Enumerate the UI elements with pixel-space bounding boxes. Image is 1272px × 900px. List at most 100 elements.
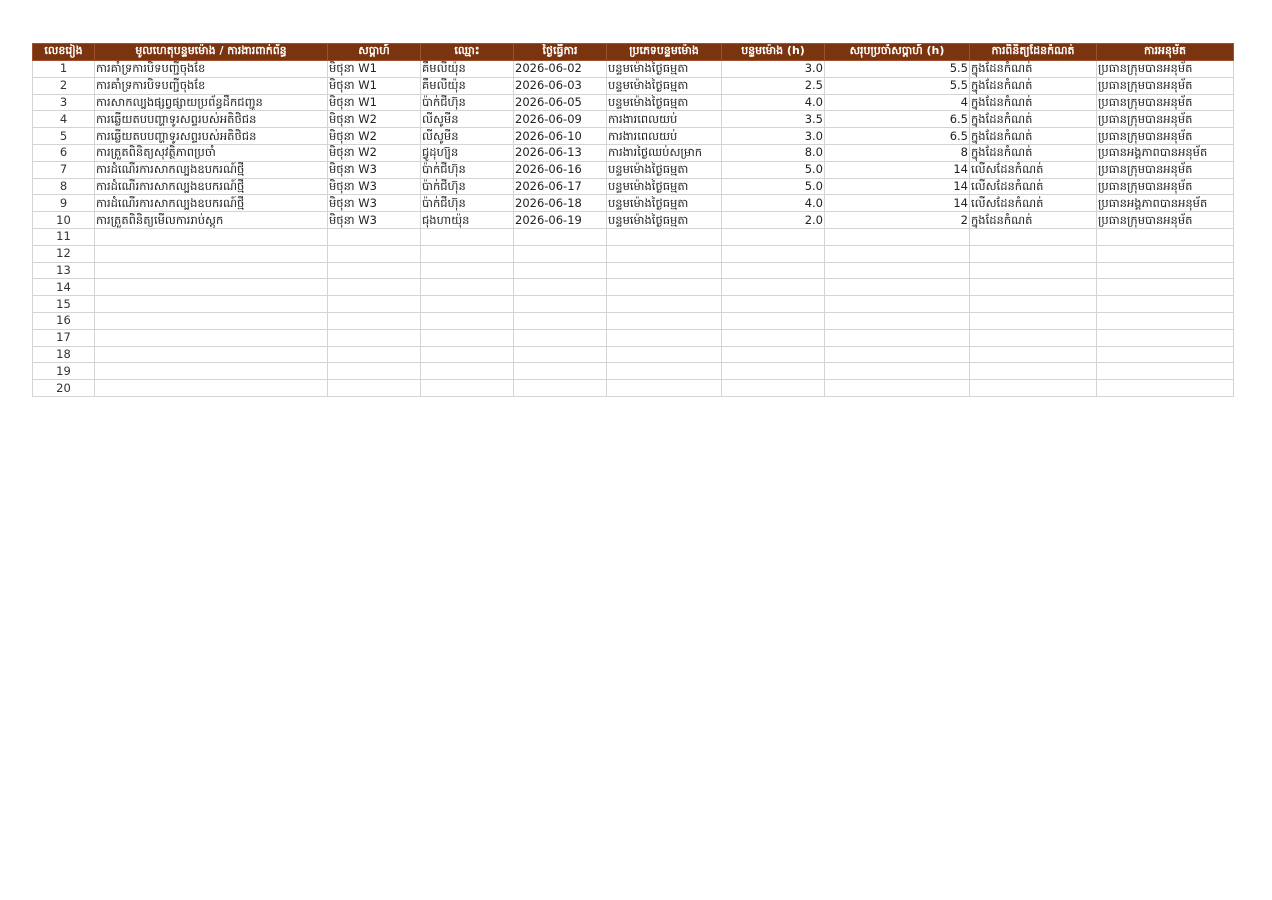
approval-cell[interactable]: ប្រធានក្រុមបានអនុម័ត: [1096, 211, 1234, 229]
row-number-cell[interactable]: 14: [32, 278, 95, 297]
row-number-cell[interactable]: 2: [32, 76, 95, 95]
limit-check-cell[interactable]: ក្នុងដែនកំណត់: [969, 60, 1097, 78]
limit-check-cell[interactable]: ក្នុងដែនកំណត់: [969, 76, 1097, 95]
limit-check-cell[interactable]: [969, 278, 1097, 297]
date-cell[interactable]: 2026-06-02: [513, 60, 607, 78]
reason-cell[interactable]: ការត្រួតពិនិត្យមើលការរាប់ស្តុក: [94, 211, 328, 229]
weekly-total-cell[interactable]: 2: [824, 211, 970, 229]
date-cell[interactable]: 2026-06-09: [513, 110, 607, 129]
limit-check-cell[interactable]: ក្នុងដែនកំណត់: [969, 93, 1097, 112]
header-cell-limit-check[interactable]: ការពិនិត្យដែនកំណត់: [969, 43, 1097, 61]
name-cell[interactable]: [420, 328, 514, 347]
week-cell[interactable]: [327, 362, 421, 381]
type-cell[interactable]: ការងារថ្ងៃឈប់សម្រាក: [606, 143, 722, 162]
type-cell[interactable]: បន្ទមម៉ោងថ្ងៃធម្មតា: [606, 93, 722, 112]
name-cell[interactable]: [420, 345, 514, 364]
name-cell[interactable]: [420, 227, 514, 246]
weekly-total-cell[interactable]: 14: [824, 160, 970, 179]
reason-cell[interactable]: [94, 244, 328, 263]
reason-cell[interactable]: ការគាំទ្រការបិទបញ្ជីចុងខែ: [94, 60, 328, 78]
limit-check-cell[interactable]: លើសដែនកំណត់: [969, 194, 1097, 213]
date-cell[interactable]: [513, 311, 607, 330]
approval-cell[interactable]: [1096, 345, 1234, 364]
date-cell[interactable]: [513, 295, 607, 313]
limit-check-cell[interactable]: ក្នុងដែនកំណត់: [969, 143, 1097, 162]
name-cell[interactable]: គឹមលីយ៉ុន: [420, 60, 514, 78]
name-cell[interactable]: [420, 278, 514, 297]
type-cell[interactable]: [606, 379, 722, 397]
name-cell[interactable]: ជុងហាយ៉ុន: [420, 211, 514, 229]
type-cell[interactable]: បន្ទមម៉ោងថ្ងៃធម្មតា: [606, 160, 722, 179]
row-number-cell[interactable]: 1: [32, 60, 95, 78]
type-cell[interactable]: បន្ទមម៉ោងថ្ងៃធម្មតា: [606, 177, 722, 196]
row-number-cell[interactable]: 17: [32, 328, 95, 347]
approval-cell[interactable]: ប្រធានក្រុមបានអនុម័ត: [1096, 60, 1234, 78]
name-cell[interactable]: លីសូមីន: [420, 127, 514, 145]
limit-check-cell[interactable]: ក្នុងដែនកំណត់: [969, 110, 1097, 129]
row-number-cell[interactable]: 7: [32, 160, 95, 179]
name-cell[interactable]: គឹមលីយ៉ុន: [420, 76, 514, 95]
approval-cell[interactable]: [1096, 311, 1234, 330]
type-cell[interactable]: ការងារពេលយប់: [606, 110, 722, 129]
week-cell[interactable]: មិថុនា W2: [327, 143, 421, 162]
type-cell[interactable]: [606, 311, 722, 330]
reason-cell[interactable]: [94, 379, 328, 397]
date-cell[interactable]: 2026-06-05: [513, 93, 607, 112]
reason-cell[interactable]: ការដំណើរការសាកល្បងឧបករណ៍ថ្មី: [94, 194, 328, 213]
weekly-total-cell[interactable]: 6.5: [824, 127, 970, 145]
name-cell[interactable]: [420, 362, 514, 381]
type-cell[interactable]: បន្ទមម៉ោងថ្ងៃធម្មតា: [606, 211, 722, 229]
header-cell-no[interactable]: លេខរៀង: [32, 43, 95, 61]
date-cell[interactable]: [513, 244, 607, 263]
week-cell[interactable]: [327, 227, 421, 246]
hours-cell[interactable]: 3.5: [721, 110, 825, 129]
week-cell[interactable]: មិថុនា W1: [327, 93, 421, 112]
hours-cell[interactable]: [721, 261, 825, 280]
row-number-cell[interactable]: 18: [32, 345, 95, 364]
hours-cell[interactable]: [721, 379, 825, 397]
reason-cell[interactable]: ការឆ្លើយតបបញ្ហាទូរសព្ទរបស់អតិថិជន: [94, 127, 328, 145]
weekly-total-cell[interactable]: [824, 227, 970, 246]
name-cell[interactable]: [420, 261, 514, 280]
hours-cell[interactable]: 2.5: [721, 76, 825, 95]
limit-check-cell[interactable]: [969, 295, 1097, 313]
header-cell-overtime-hours[interactable]: បន្ទមម៉ោង (h): [721, 43, 825, 61]
approval-cell[interactable]: [1096, 227, 1234, 246]
reason-cell[interactable]: [94, 295, 328, 313]
hours-cell[interactable]: [721, 227, 825, 246]
row-number-cell[interactable]: 9: [32, 194, 95, 213]
limit-check-cell[interactable]: ក្នុងដែនកំណត់: [969, 127, 1097, 145]
type-cell[interactable]: [606, 345, 722, 364]
reason-cell[interactable]: [94, 311, 328, 330]
weekly-total-cell[interactable]: [824, 295, 970, 313]
week-cell[interactable]: មិថុនា W3: [327, 177, 421, 196]
approval-cell[interactable]: ប្រធានក្រុមបានអនុម័ត: [1096, 177, 1234, 196]
date-cell[interactable]: [513, 362, 607, 381]
week-cell[interactable]: [327, 261, 421, 280]
limit-check-cell[interactable]: លើសដែនកំណត់: [969, 160, 1097, 179]
hours-cell[interactable]: [721, 278, 825, 297]
week-cell[interactable]: [327, 328, 421, 347]
approval-cell[interactable]: [1096, 261, 1234, 280]
hours-cell[interactable]: [721, 328, 825, 347]
weekly-total-cell[interactable]: [824, 379, 970, 397]
reason-cell[interactable]: ការដំណើរការសាកល្បងឧបករណ៍ថ្មី: [94, 160, 328, 179]
name-cell[interactable]: ប៉ាក់ជីហ៊ុន: [420, 160, 514, 179]
row-number-cell[interactable]: 11: [32, 227, 95, 246]
hours-cell[interactable]: 5.0: [721, 160, 825, 179]
header-cell-week[interactable]: សប្ដាហ៍: [327, 43, 421, 61]
type-cell[interactable]: [606, 261, 722, 280]
weekly-total-cell[interactable]: 6.5: [824, 110, 970, 129]
approval-cell[interactable]: ប្រធានក្រុមបានអនុម័ត: [1096, 127, 1234, 145]
row-number-cell[interactable]: 16: [32, 311, 95, 330]
name-cell[interactable]: ប៉ាក់ជីហ៊ុន: [420, 177, 514, 196]
limit-check-cell[interactable]: [969, 379, 1097, 397]
row-number-cell[interactable]: 10: [32, 211, 95, 229]
row-number-cell[interactable]: 15: [32, 295, 95, 313]
week-cell[interactable]: [327, 278, 421, 297]
reason-cell[interactable]: [94, 328, 328, 347]
date-cell[interactable]: [513, 345, 607, 364]
week-cell[interactable]: មិថុនា W2: [327, 110, 421, 129]
type-cell[interactable]: [606, 244, 722, 263]
weekly-total-cell[interactable]: 5.5: [824, 76, 970, 95]
